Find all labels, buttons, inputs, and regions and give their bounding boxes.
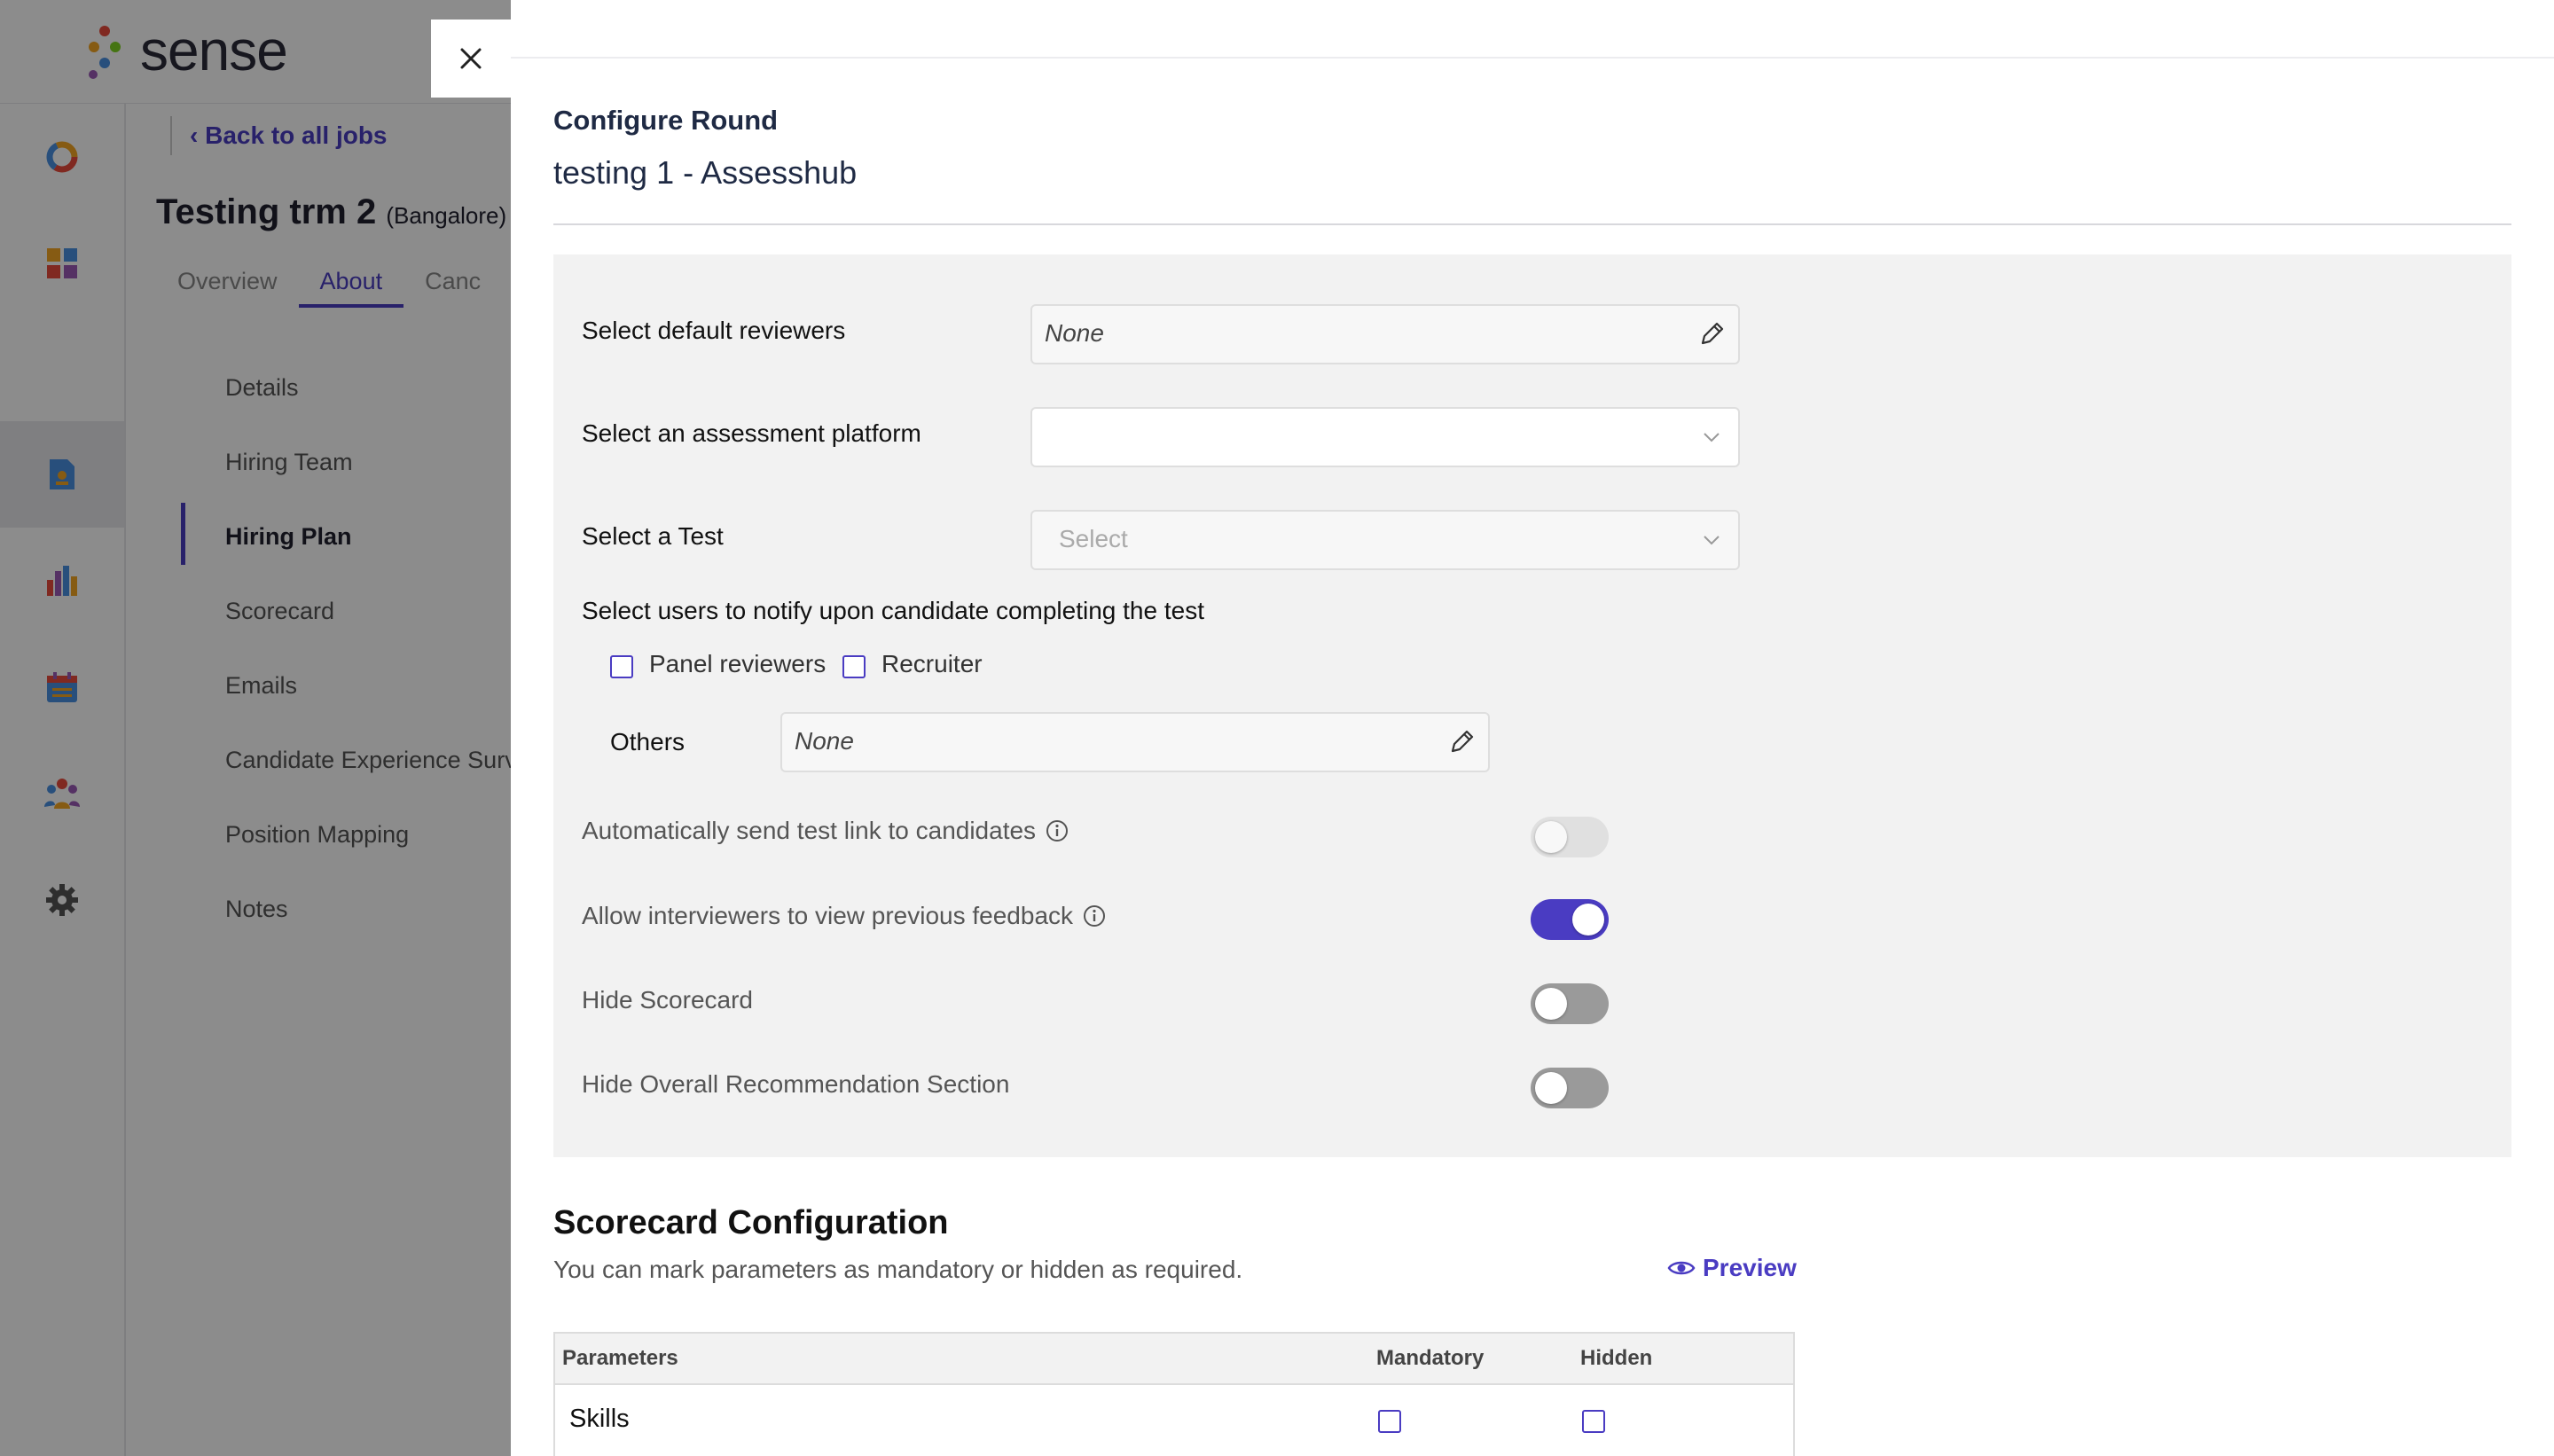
panel-reviewers-label: Panel reviewers	[649, 650, 827, 677]
drawer-top-divider	[511, 57, 2554, 59]
view-previous-feedback-toggle[interactable]	[1531, 899, 1609, 940]
hide-scorecard-toggle[interactable]	[1531, 983, 1609, 1024]
configure-round-drawer: Configure Round testing 1 - Assesshub Se…	[511, 0, 2554, 1456]
scorecard-config-title: Scorecard Configuration	[553, 1204, 949, 1241]
drawer-subtitle: testing 1 - Assesshub	[553, 154, 858, 191]
skills-mandatory-checkbox[interactable]	[1378, 1410, 1401, 1433]
auto-send-test-link-label: Automatically send test link to candidat…	[582, 817, 1069, 845]
info-icon[interactable]	[1045, 818, 1069, 843]
default-reviewers-label: Select default reviewers	[582, 317, 846, 344]
test-select-placeholder: Select	[1059, 525, 1128, 552]
default-reviewers-field[interactable]: None	[1030, 304, 1740, 364]
column-mandatory: Mandatory	[1376, 1346, 1485, 1370]
others-field[interactable]: None	[780, 712, 1490, 772]
close-drawer-button[interactable]	[431, 20, 511, 98]
recruiter-label: Recruiter	[881, 650, 983, 677]
assessment-platform-select[interactable]	[1030, 407, 1740, 467]
recruiter-checkbox[interactable]	[842, 655, 866, 678]
pencil-icon[interactable]	[1697, 318, 1727, 348]
hide-recommendation-toggle[interactable]	[1531, 1068, 1609, 1108]
close-icon	[460, 48, 482, 69]
panel-reviewers-checkbox[interactable]	[610, 655, 633, 678]
scorecard-config-description: You can mark parameters as mandatory or …	[553, 1256, 1243, 1283]
others-label: Others	[610, 728, 686, 755]
preview-label: Preview	[1703, 1254, 1797, 1281]
assessment-platform-label: Select an assessment platform	[582, 419, 921, 447]
auto-send-test-link-text: Automatically send test link to candidat…	[582, 817, 1037, 844]
preview-link[interactable]: Preview	[1667, 1254, 1797, 1282]
hide-recommendation-text: Hide Overall Recommendation Section	[582, 1070, 1010, 1098]
hide-scorecard-text: Hide Scorecard	[582, 986, 753, 1014]
info-icon[interactable]	[1082, 904, 1107, 928]
others-value: None	[795, 727, 854, 755]
default-reviewers-value: None	[1045, 319, 1104, 347]
table-header: Parameters Mandatory Hidden	[555, 1334, 1793, 1385]
auto-send-test-link-toggle[interactable]	[1531, 817, 1609, 857]
hide-scorecard-label: Hide Scorecard	[582, 986, 753, 1014]
round-config-panel: Select default reviewers None Select an …	[553, 254, 2511, 1157]
hide-recommendation-label: Hide Overall Recommendation Section	[582, 1070, 1009, 1099]
column-parameters: Parameters	[562, 1346, 678, 1370]
drawer-title: Configure Round	[553, 105, 779, 136]
notify-users-label: Select users to notify upon candidate co…	[582, 597, 1204, 624]
pencil-icon[interactable]	[1447, 726, 1477, 756]
test-select[interactable]: Select	[1030, 510, 1740, 570]
view-previous-feedback-label: Allow interviewers to view previous feed…	[582, 902, 1107, 930]
scorecard-parameters-table: Parameters Mandatory Hidden Skills	[553, 1332, 1795, 1456]
skills-hidden-checkbox[interactable]	[1582, 1410, 1605, 1433]
chevron-down-icon	[1704, 536, 1720, 545]
parameter-skills: Skills	[569, 1405, 630, 1433]
eye-icon	[1667, 1261, 1696, 1275]
view-previous-feedback-text: Allow interviewers to view previous feed…	[582, 902, 1074, 929]
column-hidden: Hidden	[1580, 1346, 1653, 1370]
drawer-header: Configure Round testing 1 - Assesshub	[553, 105, 2511, 225]
test-label: Select a Test	[582, 522, 724, 550]
chevron-down-icon	[1704, 433, 1720, 442]
